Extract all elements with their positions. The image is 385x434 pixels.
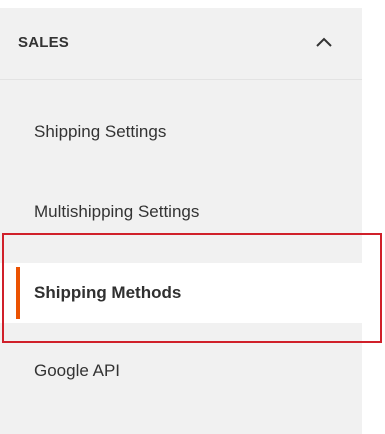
sales-config-panel: SALES Shipping Settings Multishipping Se… (0, 8, 367, 434)
nav-item-google-api[interactable]: Google API (0, 341, 362, 401)
nav-item-label: Shipping Settings (34, 122, 167, 141)
nav-item-shipping-settings[interactable]: Shipping Settings (0, 102, 362, 162)
sales-section-header[interactable]: SALES (0, 8, 362, 80)
active-indicator (16, 267, 20, 319)
chevron-up-icon[interactable] (312, 32, 336, 52)
nav-item-shipping-methods[interactable]: Shipping Methods (0, 263, 367, 323)
nav-item-label: Multishipping Settings (34, 202, 200, 221)
nav-item-label: Shipping Methods (34, 283, 182, 302)
nav-item-multishipping-settings[interactable]: Multishipping Settings (0, 182, 362, 242)
nav-item-label: Google API (34, 361, 121, 380)
section-title: SALES (18, 34, 70, 51)
